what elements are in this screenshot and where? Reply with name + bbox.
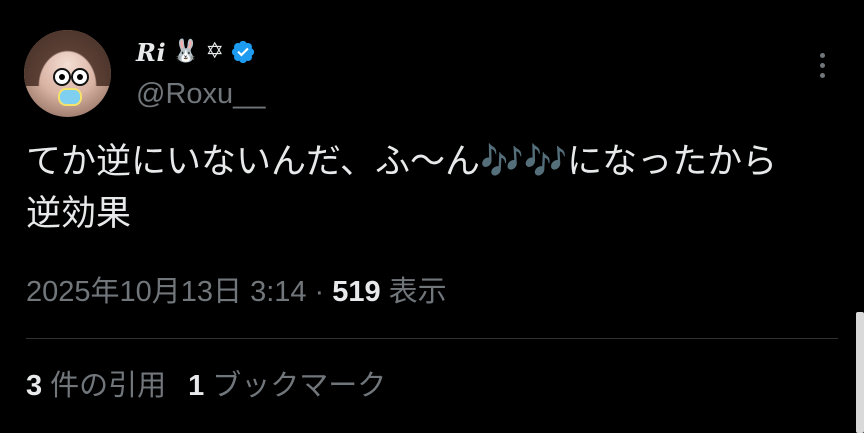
quotes-stat-link[interactable]: 3 件の引用 [26, 362, 166, 404]
views-count: 519 [332, 276, 381, 308]
divider [26, 338, 838, 339]
quotes-count: 3 [26, 370, 43, 402]
bookmarks-label: ブックマーク [212, 370, 387, 402]
author-handle[interactable]: @Roxu__ [136, 78, 265, 111]
avatar-eye-sticker-left [53, 68, 71, 86]
scrollbar[interactable] [856, 312, 864, 433]
author-avatar[interactable] [24, 30, 111, 117]
views-label: 表示 [388, 276, 447, 308]
tweet-meta: 2025年10月13日 3:14 · 519 表示 [26, 268, 447, 310]
verified-badge-icon [231, 40, 255, 64]
avatar-pacifier-sticker [58, 88, 82, 106]
rabbit-emoji-icon: 🐰 [172, 39, 200, 64]
tweet-text: てか逆にいないんだ、ふ〜ん🎶🎶になったから 逆効果 [26, 142, 778, 234]
bookmarks-stat-link[interactable]: 1 ブックマーク [188, 362, 386, 404]
bookmarks-count: 1 [188, 370, 205, 402]
author-name-row[interactable]: Ri 🐰 ✡ [136, 34, 256, 70]
tweet-stats: 3 件の引用 1 ブックマーク [26, 362, 386, 404]
more-vertical-icon-dot [819, 52, 825, 58]
tweet-timestamp[interactable]: 2025年10月13日 3:14 [26, 268, 307, 310]
more-vertical-icon-dot [819, 72, 825, 78]
more-options-button[interactable] [808, 50, 836, 80]
author-display-name[interactable]: Ri [136, 38, 166, 67]
star-of-david-icon: ✡ [205, 39, 224, 64]
meta-separator: · [314, 276, 325, 308]
avatar-eye-sticker-right [71, 68, 89, 86]
more-vertical-icon-dot [819, 62, 825, 68]
quotes-label: 件の引用 [50, 370, 167, 402]
